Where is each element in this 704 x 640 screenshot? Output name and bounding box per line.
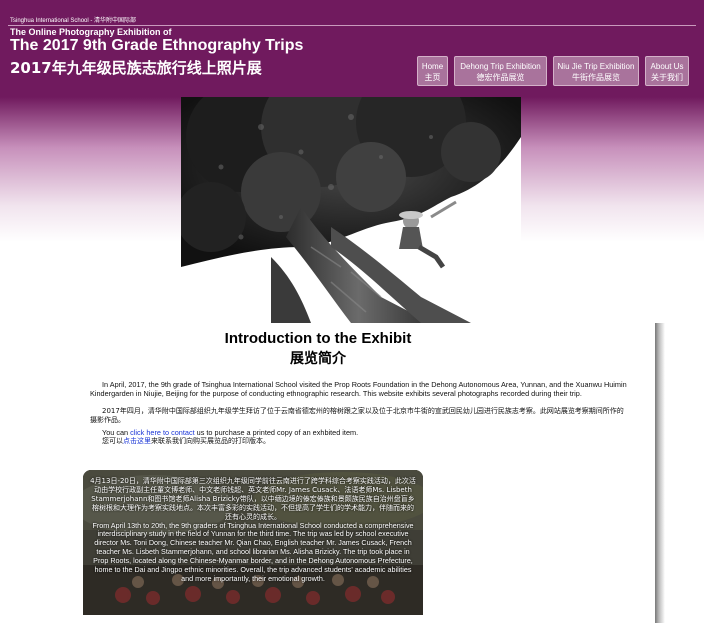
contact-line-chinese: 您可以点击这里来联系我们向购买展览品的打印版本。 bbox=[90, 437, 642, 446]
trip-summary-text: 4月13日-20日，清华附中国际部第三次组织九年级同学前往云南进行了跨学科综合考… bbox=[89, 477, 417, 584]
nav-niujie-label-zh: 牛街作品展览 bbox=[572, 73, 620, 82]
nav-about-label-zh: 关于我们 bbox=[651, 73, 683, 82]
nav-home-label-zh: 主页 bbox=[424, 73, 441, 82]
intro-title-english: Introduction to the Exhibit bbox=[224, 330, 412, 347]
contact-pre-text: You can bbox=[102, 428, 131, 437]
intro-paragraph-chinese: 2017年四月，清华附中国际部组织九年级学生拜访了位于云南省德宏州的榕树跟之家以… bbox=[90, 407, 624, 424]
nav-home-button[interactable]: Home 主页 bbox=[417, 56, 448, 86]
nav-dehong-button[interactable]: Dehong Trip Exhibition 德宏作品展览 bbox=[454, 56, 547, 86]
trip-summary-english: From April 13th to 20th, the 9th graders… bbox=[92, 520, 414, 583]
contact-post-text: us to purchase a printed copy of an exhb… bbox=[194, 428, 359, 437]
hero-photo bbox=[181, 97, 521, 323]
contact-link[interactable]: click here to contact bbox=[130, 428, 195, 437]
content-panel-shadow bbox=[655, 323, 665, 623]
trip-summary-chinese: 4月13日-20日，清华附中国际部第三次组织九年级同学前往云南进行了跨学科综合考… bbox=[90, 477, 416, 521]
site-subtitle: The Online Photography Exhibition of bbox=[10, 27, 172, 37]
contact-zh-link[interactable]: 点击这里 bbox=[123, 437, 151, 445]
nav-about-button[interactable]: About Us 关于我们 bbox=[645, 56, 689, 86]
contact-zh-post-text: 来联系我们向购买展览品的打印版本。 bbox=[151, 437, 270, 445]
site-title-chinese: 2017年九年级民族志旅行线上照片展 bbox=[10, 59, 262, 77]
contact-line-english: You can click here to contact us to purc… bbox=[90, 428, 642, 437]
nav-dehong-label-zh: 德宏作品展览 bbox=[476, 73, 525, 82]
trip-summary-card: 4月13日-20日，清华附中国际部第三次组织九年级同学前往云南进行了跨学科综合考… bbox=[83, 470, 423, 615]
nav-home-label-en: Home bbox=[421, 62, 444, 71]
intro-paragraph-english: In April, 2017, the 9th grade of Tsinghu… bbox=[90, 380, 627, 398]
nav-niujie-button[interactable]: Niu Jie Trip Exhibition 牛街作品展览 bbox=[553, 56, 639, 86]
site-title-english: The 2017 9th Grade Ethnography Trips bbox=[10, 37, 304, 54]
nav-about-label-en: About Us bbox=[650, 62, 684, 71]
contact-zh-pre-text: 您可以 bbox=[102, 437, 123, 445]
school-name: Tsinghua International School - 清华附中国际部 bbox=[10, 18, 137, 24]
header-divider bbox=[8, 25, 696, 26]
intro-title-chinese: 展览简介 bbox=[290, 351, 346, 367]
nav-niujie-label-en: Niu Jie Trip Exhibition bbox=[557, 62, 635, 71]
site-header: Tsinghua International School - 清华附中国际部 … bbox=[0, 0, 704, 97]
nav-dehong-label-en: Dehong Trip Exhibition bbox=[460, 62, 541, 71]
